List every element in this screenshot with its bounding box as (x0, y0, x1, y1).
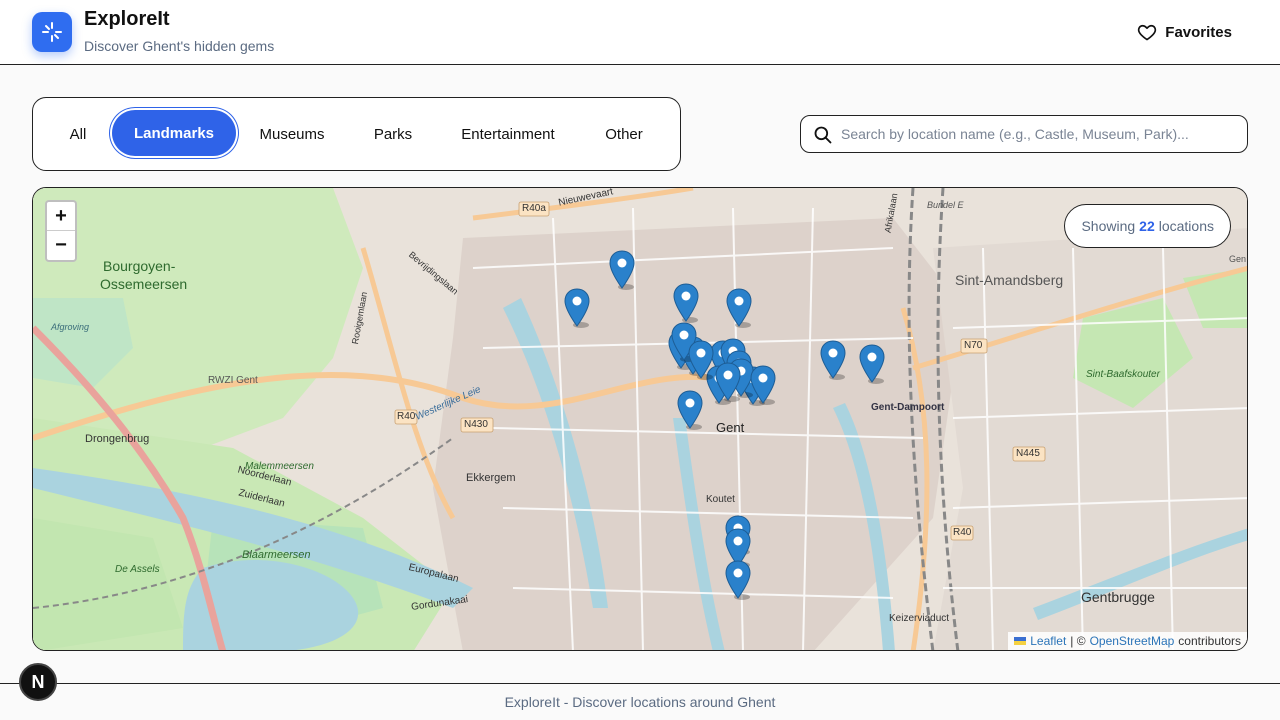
location-marker-icon[interactable] (820, 340, 846, 380)
map-label-blaarmeersen: Blaarmeersen (242, 549, 311, 561)
filter-parks[interactable]: Parks (358, 98, 428, 170)
favorites-label: Favorites (1165, 23, 1232, 41)
filter-entertainment[interactable]: Entertainment (448, 98, 568, 170)
location-marker-icon[interactable] (564, 288, 590, 328)
map-view[interactable]: Bourgoyen- Ossemeersen Drongenbrug Ekker… (32, 187, 1248, 651)
sparkle-icon (42, 22, 62, 42)
dev-tools-badge[interactable]: N (19, 663, 57, 701)
attribution-separator: | © (1070, 634, 1086, 648)
road-label-r40-east: R40 (953, 527, 972, 538)
map-label-ossemeersen: Ossemeersen (100, 276, 188, 292)
map-label-gent: Gent (716, 420, 745, 435)
map-label-bourgoyen: Bourgoyen- (103, 258, 176, 274)
location-marker-icon[interactable] (725, 560, 751, 600)
zoom-in-button[interactable]: + (47, 202, 75, 231)
location-marker-icon[interactable] (726, 288, 752, 328)
filter-all[interactable]: All (55, 98, 101, 170)
page-footer: ExploreIt - Discover locations around Gh… (0, 683, 1280, 720)
count-value: 22 (1139, 218, 1155, 234)
road-label-r40: R40 (397, 411, 416, 422)
app-header: ExploreIt Discover Ghent's hidden gems F… (0, 0, 1280, 65)
map-label-ekkergem: Ekkergem (466, 472, 516, 484)
map-label-gentbrugge: Gentbrugge (1081, 589, 1155, 605)
search-input[interactable] (841, 116, 1241, 152)
zoom-control: + − (45, 200, 77, 262)
location-marker-icon[interactable] (609, 250, 635, 290)
ukraine-flag-icon (1014, 637, 1027, 645)
road-label-n445: N445 (1016, 448, 1040, 459)
map-label-gent-dampoort: Gent-Dampoort (871, 402, 945, 413)
road-label-r40a: R40a (522, 203, 546, 214)
app-logo (32, 12, 72, 52)
map-label-bundel-e: Bundel E (927, 200, 964, 210)
map-tiles[interactable] (33, 188, 1248, 651)
location-marker-icon[interactable] (688, 340, 714, 380)
road-label-n430: N430 (464, 419, 488, 430)
map-label-afgroving: Afgroving (51, 322, 90, 332)
leaflet-link[interactable]: Leaflet (1030, 634, 1066, 648)
map-label-drongenbrug: Drongenbrug (85, 433, 150, 445)
app-title: ExploreIt (84, 8, 170, 30)
heart-icon (1138, 24, 1157, 41)
location-marker-icon[interactable] (673, 283, 699, 323)
attribution-contributors: contributors (1178, 634, 1241, 648)
search-box (800, 115, 1248, 153)
map-label-sint-amandsberg: Sint-Amandsberg (955, 272, 1064, 288)
zoom-out-button[interactable]: − (47, 231, 75, 260)
osm-link[interactable]: OpenStreetMap (1090, 634, 1175, 648)
map-label-keizerviaduct: Keizerviaduct (889, 613, 950, 624)
map-label-de-assels: De Assels (115, 564, 160, 575)
footer-text: ExploreIt - Discover locations around Gh… (504, 694, 776, 710)
map-label-sint-baafskouter: Sint-Baafskouter (1086, 369, 1160, 380)
search-icon (814, 126, 832, 144)
location-marker-icon[interactable] (859, 344, 885, 384)
location-marker-icon[interactable] (715, 362, 741, 402)
map-attribution: Leaflet | © OpenStreetMap contributors (1008, 632, 1247, 650)
app-subtitle: Discover Ghent's hidden gems (84, 38, 275, 54)
count-suffix: locations (1158, 218, 1214, 234)
filter-other[interactable]: Other (593, 98, 655, 170)
map-label-gen: Gen (1229, 254, 1247, 264)
location-count-badge: Showing 22 locations (1064, 204, 1231, 248)
road-label-n70: N70 (964, 340, 983, 351)
favorites-button[interactable]: Favorites (1137, 22, 1232, 42)
count-prefix: Showing (1081, 218, 1136, 234)
filter-landmarks[interactable]: Landmarks (112, 110, 236, 156)
location-marker-icon[interactable] (750, 365, 776, 405)
map-label-koutet: Koutet (706, 494, 735, 505)
category-filter-bar: All Landmarks Museums Parks Entertainmen… (32, 97, 681, 171)
map-label-rwzi: RWZI Gent (208, 375, 258, 386)
location-marker-icon[interactable] (677, 390, 703, 430)
filter-museums[interactable]: Museums (248, 98, 336, 170)
